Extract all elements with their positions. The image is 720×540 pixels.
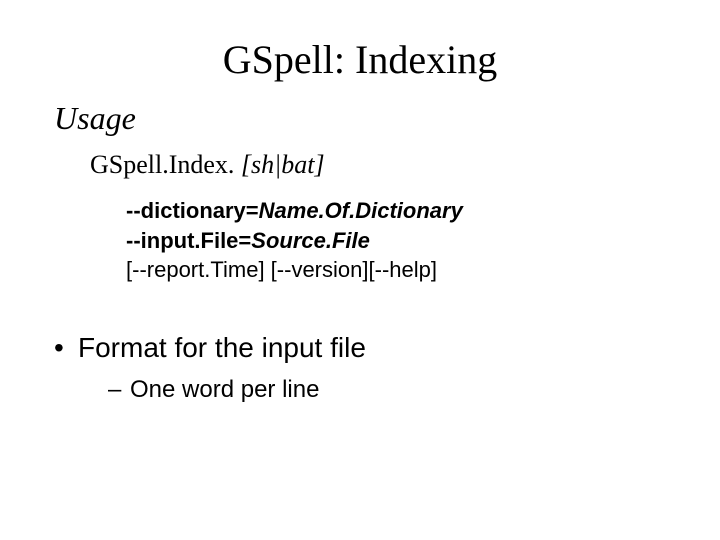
option-flag: --dictionary= <box>126 198 259 223</box>
bullet-icon: • <box>54 332 78 364</box>
command-args: [sh|bat] <box>241 150 325 179</box>
bracket-close: ] <box>258 257 270 282</box>
option-line-2: --input.File=Source.File <box>126 226 463 256</box>
format-bullet-line: •Format for the input file <box>54 332 366 364</box>
option-flag: --version <box>277 257 363 282</box>
format-sub-text: One word per line <box>130 376 319 403</box>
format-sub-line: –One word per line <box>108 376 319 404</box>
dash-icon: – <box>108 376 130 404</box>
options-block: --dictionary=Name.Of.Dictionary --input.… <box>126 196 463 285</box>
option-flag: --help <box>375 257 431 282</box>
option-line-3: [--report.Time] [--version][--help] <box>126 255 463 285</box>
usage-heading: Usage <box>54 100 136 137</box>
slide-title: GSpell: Indexing <box>0 36 720 83</box>
format-bullet-text: Format for the input file <box>78 332 366 363</box>
command-program: GSpell.Index. <box>90 150 241 179</box>
option-flag: --report.Time <box>132 257 258 282</box>
option-value: Source.File <box>251 228 370 253</box>
command-line: GSpell.Index. [sh|bat] <box>90 150 325 180</box>
option-line-1: --dictionary=Name.Of.Dictionary <box>126 196 463 226</box>
bracket-close: ] <box>431 257 437 282</box>
option-flag: --input.File= <box>126 228 251 253</box>
option-value: Name.Of.Dictionary <box>259 198 463 223</box>
slide: GSpell: Indexing Usage GSpell.Index. [sh… <box>0 0 720 540</box>
